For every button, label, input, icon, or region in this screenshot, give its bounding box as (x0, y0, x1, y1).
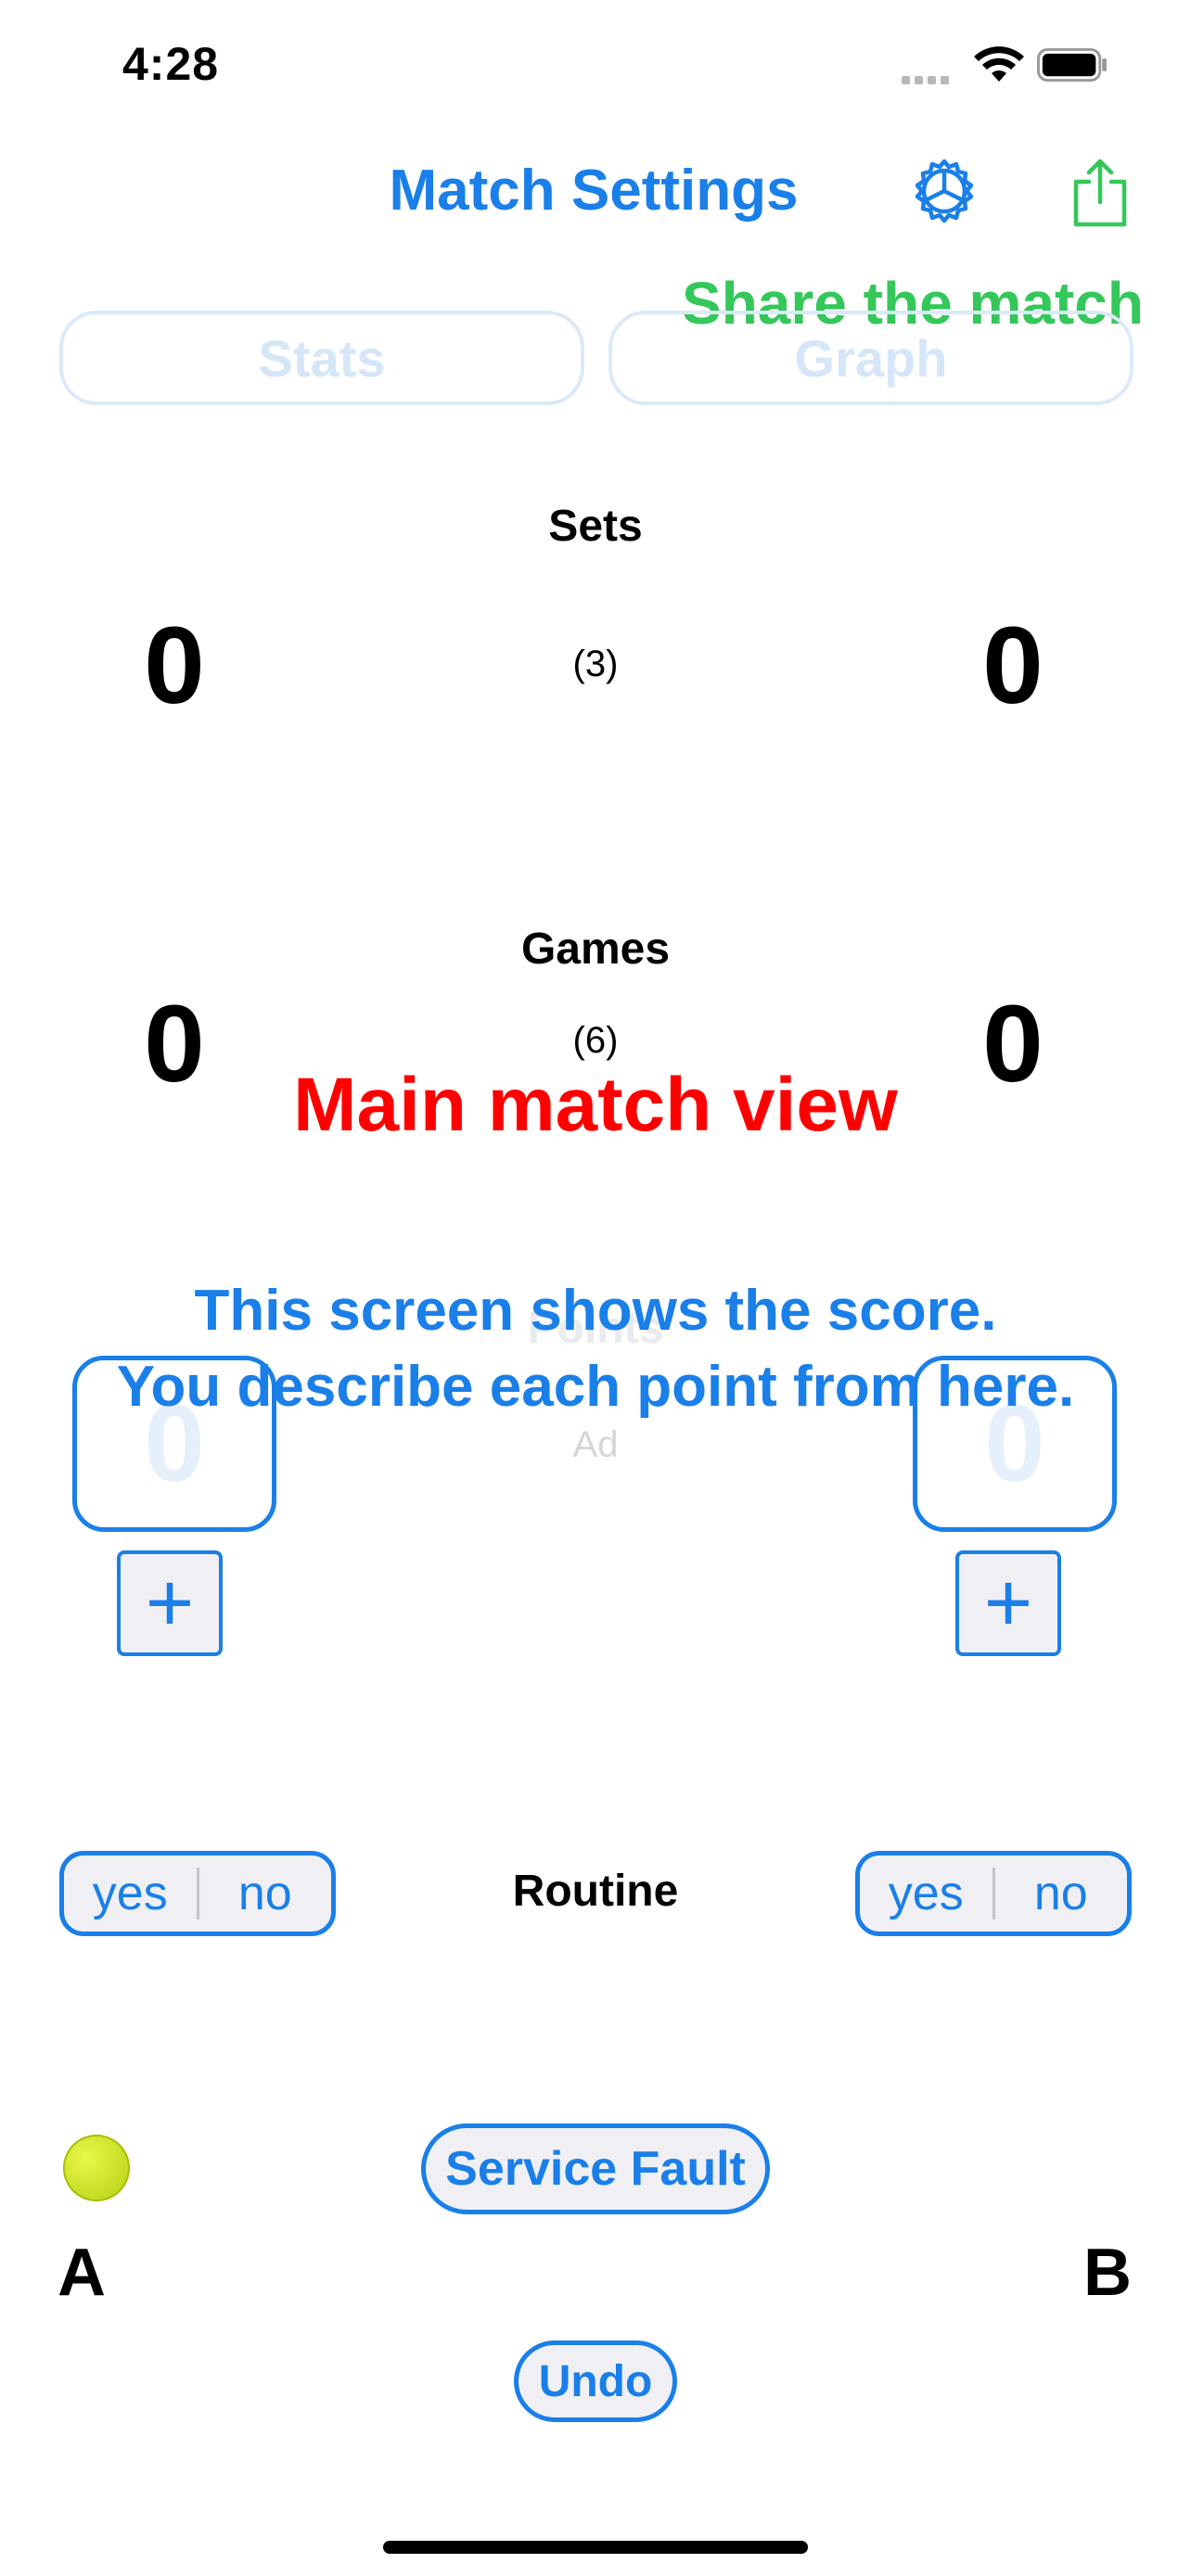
games-label: Games (520, 925, 671, 974)
routine-b-yes[interactable]: yes (860, 1866, 992, 1921)
sets-score-a: 0 (144, 605, 205, 727)
stats-button[interactable]: Stats (59, 311, 584, 405)
match-settings-button[interactable]: Match Settings (371, 158, 816, 223)
games-per-set: (6) (572, 1020, 619, 1061)
points-mode: Ad (572, 1424, 619, 1465)
player-b-name: B (1083, 2236, 1132, 2310)
cellular-signal-icon (902, 72, 959, 84)
home-indicator[interactable] (383, 2541, 808, 2554)
routine-a-yes[interactable]: yes (64, 1866, 197, 1921)
add-point-b-button[interactable]: + (955, 1550, 1061, 1656)
status-time: 4:28 (122, 38, 220, 90)
wifi-icon (974, 46, 1024, 82)
add-point-a-button[interactable]: + (117, 1550, 223, 1656)
routine-b-segmented[interactable]: yes no (855, 1851, 1132, 1936)
overlay-title: Main match view (293, 1063, 898, 1147)
routine-a-segmented[interactable]: yes no (59, 1851, 336, 1936)
overlay-line-1: This screen shows the score. (194, 1279, 997, 1343)
undo-button[interactable]: Undo (514, 2340, 677, 2422)
battery-icon (1037, 47, 1108, 83)
player-a-name: A (58, 2236, 106, 2310)
routine-b-no[interactable]: no (995, 1866, 1128, 1921)
overlay-line-2: You describe each point from here. (116, 1355, 1075, 1419)
graph-button[interactable]: Graph (608, 311, 1133, 405)
routine-label: Routine (512, 1867, 679, 1916)
service-fault-button[interactable]: Service Fault (421, 2123, 770, 2214)
gear-icon[interactable] (909, 156, 980, 226)
sets-score-b: 0 (982, 605, 1044, 727)
tennis-ball-icon (63, 2135, 130, 2201)
sets-label: Sets (548, 502, 643, 551)
sets-best-of: (3) (572, 644, 619, 684)
share-icon[interactable] (1067, 156, 1133, 230)
routine-a-no[interactable]: no (199, 1866, 332, 1921)
